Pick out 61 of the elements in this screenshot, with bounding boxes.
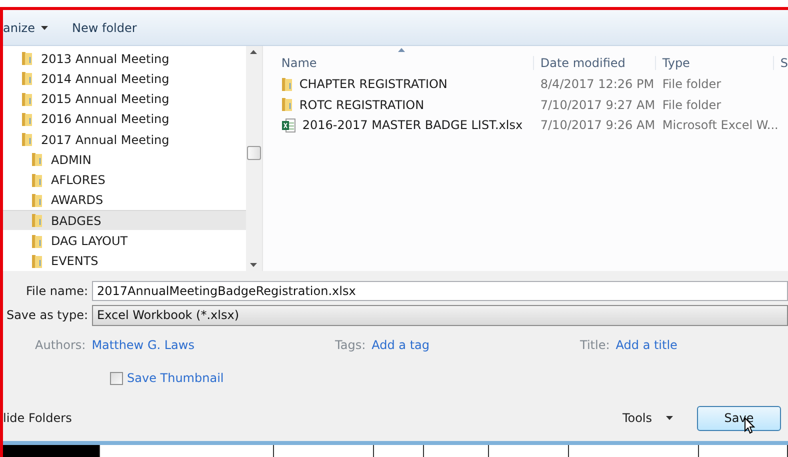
column-header[interactable]: Name xyxy=(263,56,534,70)
date-cell-text: 7/10/2017 9:27 AM xyxy=(539,98,656,112)
sort-arrow-icon xyxy=(398,48,406,52)
tree-item[interactable]: EVENTS xyxy=(3,250,246,271)
folder-icon xyxy=(281,97,294,112)
tree-item[interactable]: DAG LAYOUT xyxy=(3,230,246,251)
scroll-up-icon[interactable] xyxy=(250,50,258,54)
spreadsheet-icon xyxy=(281,118,296,133)
scroll-down-icon[interactable] xyxy=(250,263,258,267)
date-cell-text: 8/4/2017 12:26 PM xyxy=(539,77,656,92)
file-type-dropdown[interactable]: Excel Workbook (*.xlsx) xyxy=(92,304,788,326)
file-name[interactable]: ROTC REGISTRATION xyxy=(263,97,534,112)
tree-item[interactable]: AFLORES xyxy=(3,170,246,190)
column-header[interactable]: S xyxy=(773,56,788,70)
folder-icon xyxy=(21,132,33,148)
meta-label: Authors: xyxy=(35,338,86,352)
hide-folders-link[interactable]: lide Folders xyxy=(3,411,72,425)
type-cell-text: File folder xyxy=(661,77,722,92)
folder-icon xyxy=(31,152,43,168)
tree-item[interactable]: BADGES xyxy=(3,210,246,230)
tree-item[interactable]: 2015 Annual Meeting xyxy=(3,88,246,109)
folder-icon xyxy=(21,112,33,127)
organize-button[interactable]: anize xyxy=(3,20,48,34)
meta-link[interactable]: Add a title xyxy=(616,338,678,352)
tree-item[interactable]: ADMIN xyxy=(3,149,246,170)
file-name[interactable]: 2016-2017 MASTER BADGE LIST.xlsx xyxy=(263,118,534,133)
column-header[interactable]: Type xyxy=(655,56,774,70)
folder-icon xyxy=(31,234,43,249)
folder-icon xyxy=(31,192,43,208)
field-label: File name: xyxy=(25,284,89,298)
scrollbar[interactable] xyxy=(246,46,262,271)
file-name[interactable]: CHAPTER REGISTRATION xyxy=(263,76,534,92)
meta-label: Tags: xyxy=(335,338,366,352)
new-folder-button[interactable]: New folder xyxy=(72,20,137,34)
meta-link[interactable]: Add a tag xyxy=(372,338,430,352)
folder-icon xyxy=(281,76,294,92)
tree-item[interactable]: 2016 Annual Meeting xyxy=(3,108,246,130)
tree-item[interactable]: 2013 Annual Meeting xyxy=(3,48,246,68)
date-cell-text: 7/10/2017 9:26 AM xyxy=(539,118,656,132)
type-cell-text: File folder xyxy=(661,98,722,112)
thumbnail-label[interactable]: Save Thumbnail xyxy=(127,371,224,385)
folder-icon xyxy=(31,213,43,228)
file-name-field[interactable]: 2017AnnualMeetingBadgeRegistration.xlsx xyxy=(92,281,788,301)
field-label: Save as type: xyxy=(5,308,89,322)
caret-icon xyxy=(666,416,673,420)
tools-button[interactable]: Tools xyxy=(616,410,679,426)
column-header[interactable]: Date modified xyxy=(533,56,656,70)
tree-item[interactable]: AWARDS xyxy=(3,190,246,210)
meta-link[interactable]: Matthew G. Laws xyxy=(92,338,194,352)
folder-icon xyxy=(21,51,33,66)
thumbnail-checkbox[interactable] xyxy=(110,372,123,384)
caret-icon xyxy=(40,26,48,30)
scroll-thumb[interactable] xyxy=(246,146,261,160)
tree-item[interactable]: 2017 Annual Meeting xyxy=(3,129,246,150)
folder-icon xyxy=(31,254,43,269)
folder-icon xyxy=(31,172,43,188)
folder-icon xyxy=(21,92,33,107)
meta-label: Title: xyxy=(580,338,610,352)
save-button[interactable]: Save xyxy=(697,406,781,430)
folder-icon xyxy=(21,71,33,86)
tree-item[interactable]: 2014 Annual Meeting xyxy=(3,68,246,89)
